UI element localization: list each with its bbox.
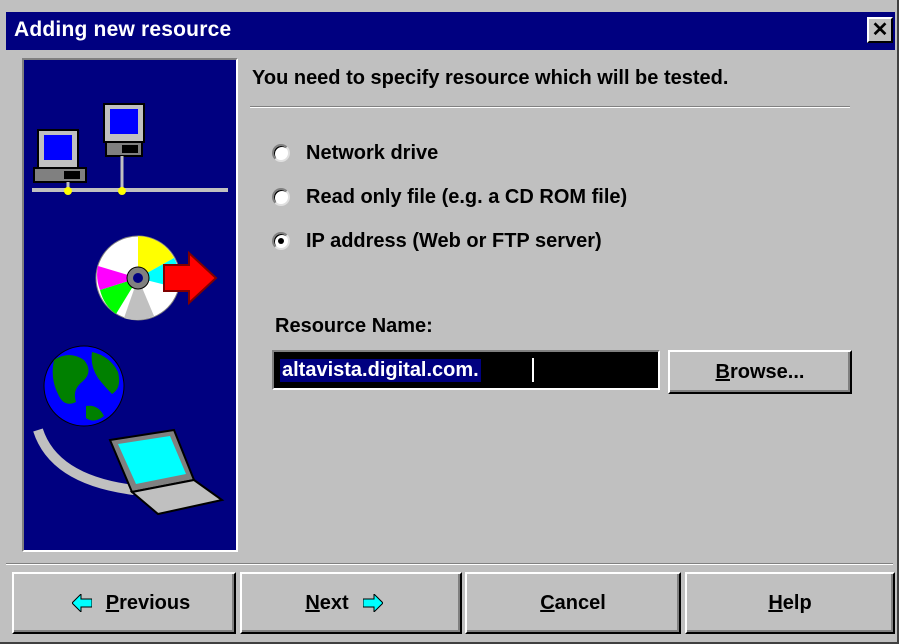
radio-read-only-file[interactable]: Read only file (e.g. a CD ROM file) — [272, 182, 627, 212]
radio-network-drive[interactable]: Network drive — [272, 138, 438, 168]
title-bar[interactable]: Adding new resource ✕ — [6, 12, 895, 50]
wizard-illustration — [22, 58, 238, 552]
browse-label: rowse... — [729, 360, 805, 383]
next-button[interactable]: Next — [240, 572, 462, 634]
dialog-window: Adding new resource ✕ You need to specif… — [0, 0, 899, 644]
radio-selected-dot — [278, 238, 284, 244]
radio-label: IP address (Web or FTP server) — [306, 229, 602, 252]
help-mnemonic: H — [768, 591, 783, 614]
radio-button[interactable] — [272, 144, 290, 162]
footer-separator — [6, 563, 893, 565]
close-button[interactable]: ✕ — [867, 17, 893, 43]
close-icon: ✕ — [871, 19, 889, 41]
previous-button[interactable]: Previous — [12, 572, 236, 634]
previous-mnemonic: P — [105, 591, 120, 614]
radio-ip-address[interactable]: IP address (Web or FTP server) — [272, 226, 602, 256]
left-arrow-icon — [71, 594, 92, 612]
resource-name-value: altavista.digital.com. — [280, 359, 481, 382]
header-separator — [250, 106, 850, 108]
text-caret — [532, 358, 534, 382]
browse-mnemonic: B — [715, 360, 730, 383]
globe-icon — [43, 345, 125, 427]
previous-label: revious — [119, 591, 191, 614]
computer-icon-left — [33, 129, 87, 195]
radio-button[interactable] — [272, 188, 290, 206]
cancel-label: ancel — [554, 591, 606, 614]
cancel-mnemonic: C — [540, 591, 555, 614]
laptop-icon — [108, 428, 225, 516]
resource-name-input[interactable]: altavista.digital.com. — [272, 350, 660, 390]
radio-button-selected[interactable] — [272, 232, 290, 250]
instruction-text: You need to specify resource which will … — [252, 67, 729, 89]
right-arrow-icon — [362, 594, 383, 612]
window-title: Adding new resource — [14, 18, 232, 41]
cancel-button[interactable]: Cancel — [465, 572, 681, 634]
radio-label: Read only file (e.g. a CD ROM file) — [306, 185, 628, 208]
radio-label: Network drive — [306, 141, 439, 164]
computer-icon-right — [103, 103, 145, 195]
help-button[interactable]: Help — [685, 572, 895, 634]
next-label: ext — [319, 591, 349, 614]
help-label: elp — [782, 591, 812, 614]
illustration-graphic — [32, 103, 228, 516]
resource-name-label: Resource Name: — [275, 315, 433, 337]
browse-button[interactable]: Browse... — [668, 350, 852, 394]
next-mnemonic: N — [305, 591, 320, 614]
